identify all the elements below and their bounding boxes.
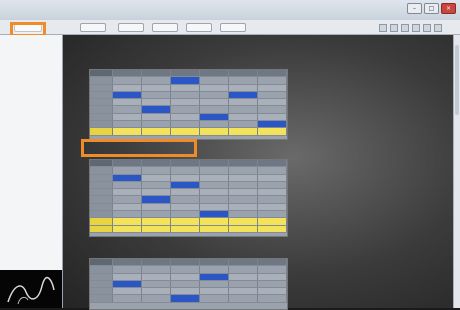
title-bar: – □ × — [0, 0, 460, 21]
nav-back-icon[interactable] — [379, 24, 387, 32]
data-table-3 — [89, 258, 288, 310]
preview-thumbnail — [0, 270, 62, 308]
toolbar-button-4[interactable] — [152, 23, 178, 32]
zoom-in-icon[interactable] — [412, 24, 420, 32]
app-window: – □ × — [0, 0, 460, 310]
minimize-button[interactable]: – — [407, 3, 422, 14]
maximize-button[interactable]: □ — [424, 3, 439, 14]
settings-icon[interactable] — [434, 24, 442, 32]
navigation-panel — [0, 35, 63, 308]
toolbar-button-2[interactable] — [80, 23, 106, 32]
data-table-1 — [89, 69, 288, 140]
toolbar-button-3[interactable] — [118, 23, 144, 32]
toolbar — [0, 20, 460, 35]
close-button[interactable]: × — [441, 3, 456, 14]
data-table-2 — [89, 159, 288, 237]
window-controls: – □ × — [407, 3, 456, 14]
scrollbar-thumb[interactable] — [455, 45, 459, 115]
toolbar-button-5[interactable] — [186, 23, 212, 32]
fit-page-icon[interactable] — [423, 24, 431, 32]
zoom-out-icon[interactable] — [401, 24, 409, 32]
vertical-scrollbar[interactable] — [453, 35, 460, 308]
nav-forward-icon[interactable] — [390, 24, 398, 32]
toolbar-icon-group — [379, 24, 442, 32]
highlight-box-section-heading — [81, 139, 197, 157]
toolbar-button-6[interactable] — [220, 23, 246, 32]
curve-preview-graphic — [7, 276, 55, 305]
